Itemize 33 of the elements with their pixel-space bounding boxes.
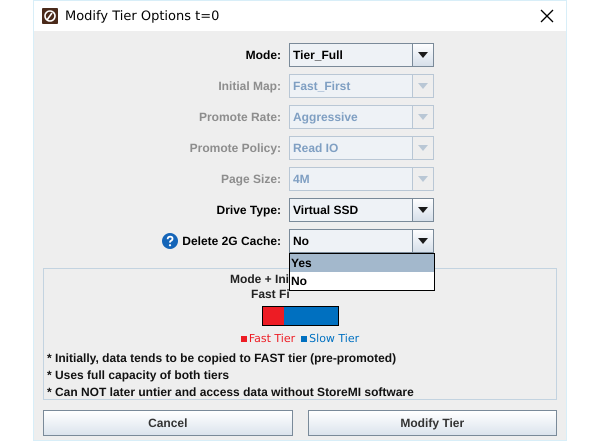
- field-label: Promote Rate:: [198, 110, 281, 124]
- field-label: Drive Type:: [216, 203, 281, 217]
- field-label: Promote Policy:: [190, 141, 281, 155]
- field-label: Mode:: [246, 48, 281, 62]
- dropdown-option[interactable]: No: [290, 272, 434, 290]
- dropdown[interactable]: Tier_Full: [289, 43, 434, 67]
- dropdown-arrow-icon: [418, 114, 428, 120]
- close-icon[interactable]: [540, 9, 554, 23]
- field-label: Delete 2G Cache:: [182, 234, 281, 248]
- dropdown-arrow-icon: [418, 176, 428, 182]
- dropdown-arrow-icon: [418, 145, 428, 151]
- help-icon[interactable]: [162, 233, 178, 249]
- dropdown-arrow-icon: [418, 83, 428, 89]
- note-text: * Initially, data tends to be copied to FAST tier (pre-promoted): [47, 351, 398, 365]
- dropdown-arrow-icon: [418, 52, 428, 58]
- dropdown-arrow-icon: [418, 207, 428, 213]
- legend-label: Fast Tier: [248, 332, 296, 345]
- window-title: Modify Tier Options t=0: [65, 8, 220, 24]
- panel-title: Mode + Ini: [229, 271, 290, 287]
- field-label: Page Size:: [220, 172, 281, 186]
- dropdown[interactable]: Virtual SSD: [289, 198, 434, 222]
- dropdown-option[interactable]: Yes: [290, 254, 434, 272]
- app-logo-icon: [42, 8, 58, 24]
- dropdown[interactable]: No: [289, 229, 434, 253]
- note-text: * Can NOT later untier and access data without StoreMI software: [47, 385, 415, 399]
- dialog-button[interactable]: Cancel: [43, 410, 292, 436]
- panel-subtitle: Fast Fi: [250, 287, 290, 302]
- note-text: * Uses full capacity of both tiers: [47, 368, 230, 382]
- dropdown-arrow-icon: [418, 238, 428, 244]
- field-label: Initial Map:: [218, 79, 281, 93]
- legend-label: Slow Tier: [309, 332, 360, 345]
- dialog-button[interactable]: Modify Tier: [308, 410, 557, 436]
- slow-tier-fill: [284, 307, 338, 325]
